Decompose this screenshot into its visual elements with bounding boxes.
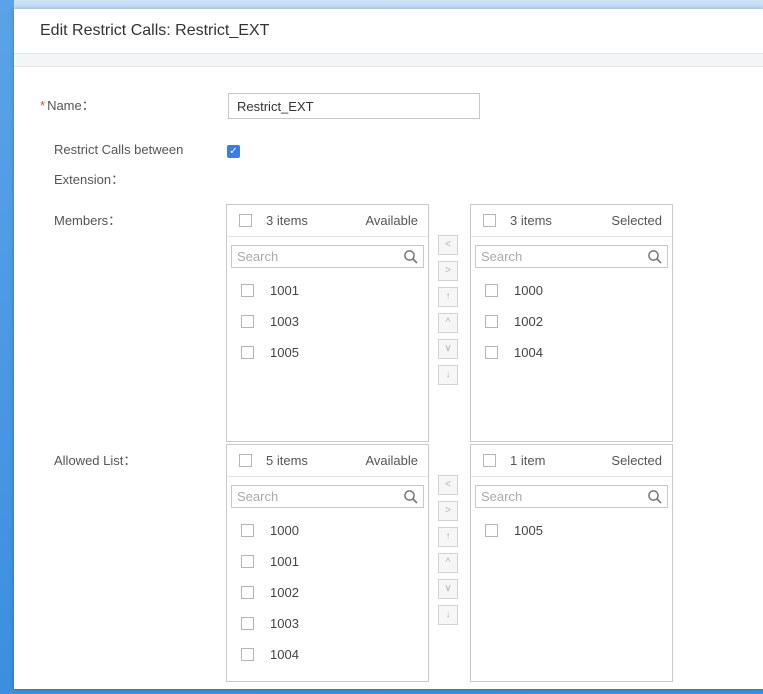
panel-header: 5 items Available: [227, 445, 428, 477]
item-checkbox[interactable]: [485, 315, 498, 328]
restrict-calls-label-line2: Extension：: [54, 172, 125, 187]
search-input[interactable]: [237, 249, 403, 264]
panel-header: 1 item Selected: [471, 445, 672, 477]
search-box: [231, 485, 424, 508]
allowed-available-panel: 5 items Available 1000 1001 1002 1003 10…: [226, 444, 429, 682]
name-label: * Name：: [40, 98, 95, 113]
item-checkbox[interactable]: [241, 284, 254, 297]
search-icon[interactable]: [647, 489, 663, 505]
header-band: [14, 54, 763, 67]
item-checkbox[interactable]: [241, 617, 254, 630]
panel-header: 3 items Available: [227, 205, 428, 237]
list-item[interactable]: 1002: [227, 577, 428, 608]
item-count: 1 item: [510, 453, 546, 468]
move-bottom-button[interactable]: ↓: [438, 605, 458, 625]
item-checkbox[interactable]: [241, 524, 254, 537]
required-mark: *: [40, 98, 46, 113]
allowed-selected-panel: 1 item Selected 1005: [470, 444, 673, 682]
move-left-button[interactable]: <: [438, 475, 458, 495]
item-checkbox[interactable]: [241, 648, 254, 661]
members-selected-panel: 3 items Selected 1000 1002 1004: [470, 204, 673, 442]
list-item[interactable]: 1004: [227, 639, 428, 670]
search-icon[interactable]: [403, 249, 419, 265]
edit-restrict-calls-dialog: Edit Restrict Calls: Restrict_EXT * Name：…: [14, 9, 763, 689]
list-item[interactable]: 1004: [471, 337, 672, 368]
list-item[interactable]: 1003: [227, 608, 428, 639]
item-checkbox[interactable]: [241, 555, 254, 568]
item-count: 3 items: [510, 213, 552, 228]
move-top-button[interactable]: ↑: [438, 527, 458, 547]
members-label: Members：: [54, 213, 122, 228]
move-down-button[interactable]: ∨: [438, 579, 458, 599]
select-all-checkbox[interactable]: [483, 214, 496, 227]
search-box: [475, 485, 668, 508]
select-all-checkbox[interactable]: [239, 214, 252, 227]
item-checkbox[interactable]: [241, 346, 254, 359]
search-icon[interactable]: [647, 249, 663, 265]
panel-title: Available: [365, 453, 418, 468]
move-up-button[interactable]: ^: [438, 313, 458, 333]
search-icon[interactable]: [403, 489, 419, 505]
move-top-button[interactable]: ↑: [438, 287, 458, 307]
panel-title: Selected: [611, 453, 662, 468]
move-right-button[interactable]: >: [438, 501, 458, 521]
search-input[interactable]: [481, 249, 647, 264]
panel-header: 3 items Selected: [471, 205, 672, 237]
select-all-checkbox[interactable]: [239, 454, 252, 467]
search-input[interactable]: [237, 489, 403, 504]
search-box: [231, 245, 424, 268]
search-box: [475, 245, 668, 268]
dialog-header: Edit Restrict Calls: Restrict_EXT: [14, 9, 763, 54]
move-left-button[interactable]: <: [438, 235, 458, 255]
item-checkbox[interactable]: [241, 586, 254, 599]
list-item[interactable]: 1001: [227, 546, 428, 577]
move-right-button[interactable]: >: [438, 261, 458, 281]
item-checkbox[interactable]: [485, 346, 498, 359]
dialog-title: Edit Restrict Calls: Restrict_EXT: [40, 22, 270, 39]
list-item[interactable]: 1002: [471, 306, 672, 337]
list-item[interactable]: 1000: [227, 515, 428, 546]
allowed-transfer-buttons: < > ↑ ^ ∨ ↓: [438, 475, 458, 631]
item-checkbox[interactable]: [485, 284, 498, 297]
item-checkbox[interactable]: [241, 315, 254, 328]
item-checkbox[interactable]: [485, 524, 498, 537]
select-all-checkbox[interactable]: [483, 454, 496, 467]
panel-title: Selected: [611, 213, 662, 228]
list-item[interactable]: 1000: [471, 275, 672, 306]
move-up-button[interactable]: ^: [438, 553, 458, 573]
allowed-list-label: Allowed List：: [54, 453, 137, 468]
name-input[interactable]: [228, 93, 480, 119]
list-item[interactable]: 1003: [227, 306, 428, 337]
restrict-calls-checkbox[interactable]: ✓: [227, 145, 240, 158]
search-input[interactable]: [481, 489, 647, 504]
members-available-panel: 3 items Available 1001 1003 1005: [226, 204, 429, 442]
members-transfer-buttons: < > ↑ ^ ∨ ↓: [438, 235, 458, 391]
item-count: 3 items: [266, 213, 308, 228]
move-down-button[interactable]: ∨: [438, 339, 458, 359]
list-item[interactable]: 1005: [227, 337, 428, 368]
list-item[interactable]: 1001: [227, 275, 428, 306]
item-count: 5 items: [266, 453, 308, 468]
list-item[interactable]: 1005: [471, 515, 672, 546]
restrict-calls-label: Restrict Calls between: [54, 142, 184, 157]
panel-title: Available: [365, 213, 418, 228]
move-bottom-button[interactable]: ↓: [438, 365, 458, 385]
